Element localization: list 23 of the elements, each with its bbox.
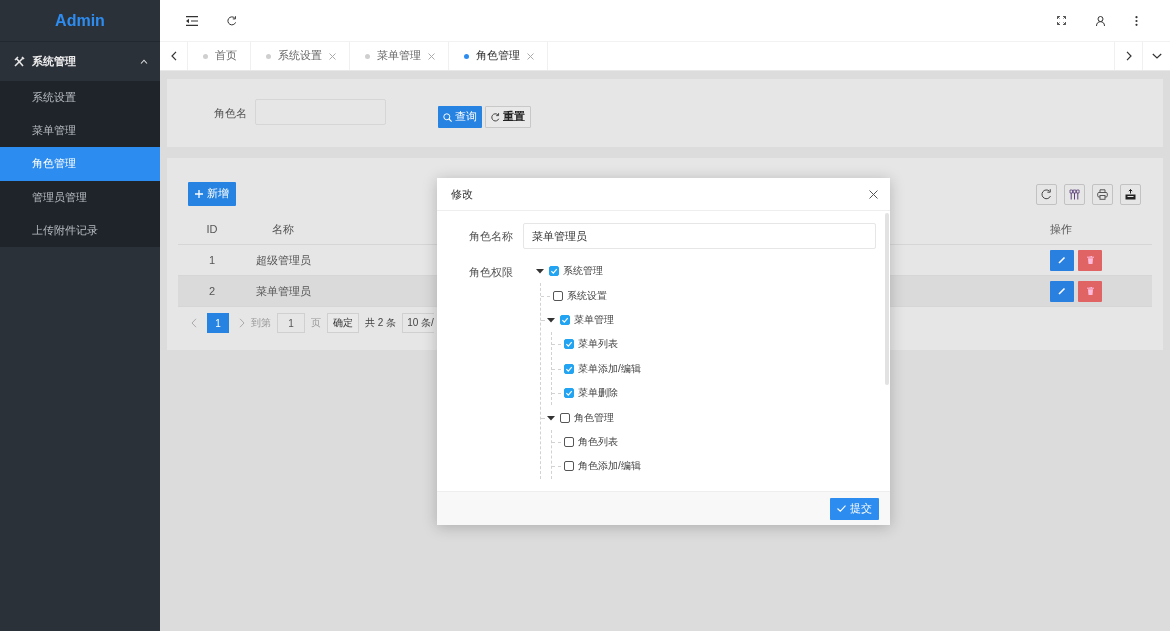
- page-unit-label: 页: [311, 316, 321, 330]
- column-header: 名称: [271, 221, 295, 237]
- goto-label: 到第: [251, 316, 271, 330]
- column-header: ID: [205, 223, 219, 235]
- tree-node-label: 角色列表: [578, 434, 618, 449]
- field-label: 角色权限: [468, 265, 513, 280]
- tree-node-label: 菜单添加/编辑: [578, 361, 641, 376]
- dialog-title: 修改: [451, 186, 473, 202]
- table-cell-text: 菜单管理员: [254, 283, 312, 299]
- field-label: 角色名: [214, 105, 247, 121]
- table-cell-text: 1: [207, 254, 217, 266]
- tree-node-label: 角色管理: [574, 410, 614, 425]
- table-cell-text: 超级管理员: [254, 252, 312, 268]
- field-label: 角色名称: [468, 228, 513, 244]
- tree-node-label: 系统管理: [563, 264, 603, 279]
- tree-node-label: 菜单列表: [578, 337, 618, 352]
- total-count: 共 2 条: [365, 316, 397, 330]
- tree-node-label: 角色添加/编辑: [578, 459, 641, 474]
- table-cell-text: 2: [207, 285, 217, 297]
- tree-node-label: 系统设置: [567, 288, 607, 303]
- tree-node-label: 菜单删除: [578, 386, 618, 401]
- column-header: 操作: [1049, 221, 1073, 237]
- tree-node-label: 菜单管理: [574, 312, 614, 327]
